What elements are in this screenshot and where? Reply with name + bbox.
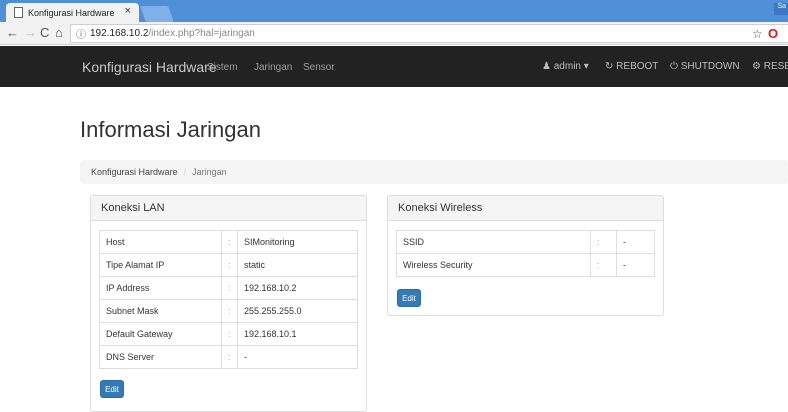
row-colon: : xyxy=(590,253,617,277)
browser-toolbar: ← → C ⌂ ⓘ 192.168.10.2 /index.php?hal=ja… xyxy=(0,22,788,45)
table-row: Subnet Mask : 255.255.255.0 xyxy=(99,299,358,323)
breadcrumb-item-current: Jaringan xyxy=(192,167,227,177)
table-row: Host : SIMonitoring xyxy=(99,230,358,254)
opera-icon[interactable]: O xyxy=(768,26,778,41)
row-value: 255.255.255.0 xyxy=(237,299,358,323)
refresh-icon: ↻ xyxy=(605,61,614,72)
wireless-edit-button[interactable]: Edit xyxy=(397,289,421,307)
row-label: IP Address xyxy=(99,276,222,300)
shutdown-button[interactable]: ⏻ SHUTDOWN xyxy=(670,61,740,72)
lan-panel: Koneksi LAN Host : SIMonitoring Tipe Ala… xyxy=(90,195,367,412)
url-host: 192.168.10.2 xyxy=(90,28,149,39)
address-bar[interactable]: ⓘ 192.168.10.2 /index.php?hal=jaringan xyxy=(70,24,788,43)
user-icon: ♟ xyxy=(542,61,551,72)
table-row: DNS Server : - xyxy=(99,345,358,369)
lan-panel-heading: Koneksi LAN xyxy=(91,196,366,221)
page-title: Informasi Jaringan xyxy=(80,117,261,142)
row-value: - xyxy=(616,230,655,254)
gear-icon: ⚙ xyxy=(752,61,761,72)
wireless-panel-heading: Koneksi Wireless xyxy=(388,196,663,221)
browser-tab-strip: Konfigurasi Hardware × Sa xyxy=(0,0,788,22)
row-label: Host xyxy=(99,230,222,254)
document-icon xyxy=(14,7,23,18)
row-label: DNS Server xyxy=(99,345,222,369)
reset-button[interactable]: ⚙ RESE xyxy=(752,61,788,72)
nav-link-jaringan[interactable]: Jaringan xyxy=(254,62,292,73)
breadcrumb-separator: / xyxy=(183,167,187,177)
reboot-label: REBOOT xyxy=(616,61,659,72)
table-row: Tipe Alamat IP : static xyxy=(99,253,358,277)
bookmark-star-icon[interactable]: ☆ xyxy=(752,27,763,41)
row-value: 192.168.10.2 xyxy=(237,276,358,300)
row-colon: : xyxy=(221,299,238,323)
row-label: SSID xyxy=(396,230,591,254)
row-colon: : xyxy=(221,276,238,300)
row-colon: : xyxy=(590,230,617,254)
navbar-brand[interactable]: Konfigurasi Hardware xyxy=(82,59,217,75)
nav-link-sistem[interactable]: Sistem xyxy=(207,62,238,73)
row-colon: : xyxy=(221,322,238,346)
nav-link-sensor[interactable]: Sensor xyxy=(303,62,335,73)
row-value: 192.168.10.1 xyxy=(237,322,358,346)
table-row: Wireless Security : - xyxy=(396,253,655,277)
new-tab-button[interactable] xyxy=(140,6,174,22)
tab-close-button[interactable]: × xyxy=(125,5,131,17)
back-arrow-icon[interactable]: ← xyxy=(6,26,19,40)
top-navbar: Konfigurasi Hardware Sistem Jaringan Sen… xyxy=(0,46,788,87)
reboot-button[interactable]: ↻ REBOOT xyxy=(605,61,658,72)
row-colon: : xyxy=(221,345,238,369)
table-row: IP Address : 192.168.10.2 xyxy=(99,276,358,300)
window-corner-label: Sa xyxy=(774,3,788,15)
power-icon: ⏻ xyxy=(670,61,678,72)
browser-tab[interactable]: Konfigurasi Hardware × xyxy=(6,3,139,22)
user-menu[interactable]: ♟ admin ▾ xyxy=(542,61,589,72)
row-label: Tipe Alamat IP xyxy=(99,253,222,277)
wireless-table: SSID : - Wireless Security : - xyxy=(396,230,655,277)
reset-label: RESE xyxy=(763,61,788,72)
wireless-panel: Koneksi Wireless SSID : - Wireless Secur… xyxy=(387,195,664,316)
row-value: SIMonitoring xyxy=(237,230,358,254)
tab-title: Konfigurasi Hardware xyxy=(28,7,115,18)
reload-icon[interactable]: C xyxy=(40,26,49,40)
row-label: Wireless Security xyxy=(396,253,591,277)
row-colon: : xyxy=(221,230,238,254)
shutdown-label: SHUTDOWN xyxy=(680,61,740,72)
table-row: SSID : - xyxy=(396,230,655,254)
row-colon: : xyxy=(221,253,238,277)
url-path: /index.php?hal=jaringan xyxy=(148,28,255,39)
row-value: - xyxy=(616,253,655,277)
row-value: static xyxy=(237,253,358,277)
home-icon[interactable]: ⌂ xyxy=(55,26,63,40)
forward-arrow-icon[interactable]: → xyxy=(24,26,37,40)
table-row: Default Gateway : 192.168.10.1 xyxy=(99,322,358,346)
lan-table: Host : SIMonitoring Tipe Alamat IP : sta… xyxy=(99,230,358,369)
caret-down-icon: ▾ xyxy=(583,61,589,72)
breadcrumb-item-home[interactable]: Konfigurasi Hardware xyxy=(91,167,178,177)
row-label: Default Gateway xyxy=(99,322,222,346)
row-value: - xyxy=(237,345,358,369)
info-icon[interactable]: ⓘ xyxy=(76,26,86,41)
row-label: Subnet Mask xyxy=(99,299,222,323)
breadcrumb: Konfigurasi Hardware / Jaringan xyxy=(80,160,788,184)
user-name: admin xyxy=(553,61,581,72)
lan-edit-button[interactable]: Edit xyxy=(100,380,124,398)
